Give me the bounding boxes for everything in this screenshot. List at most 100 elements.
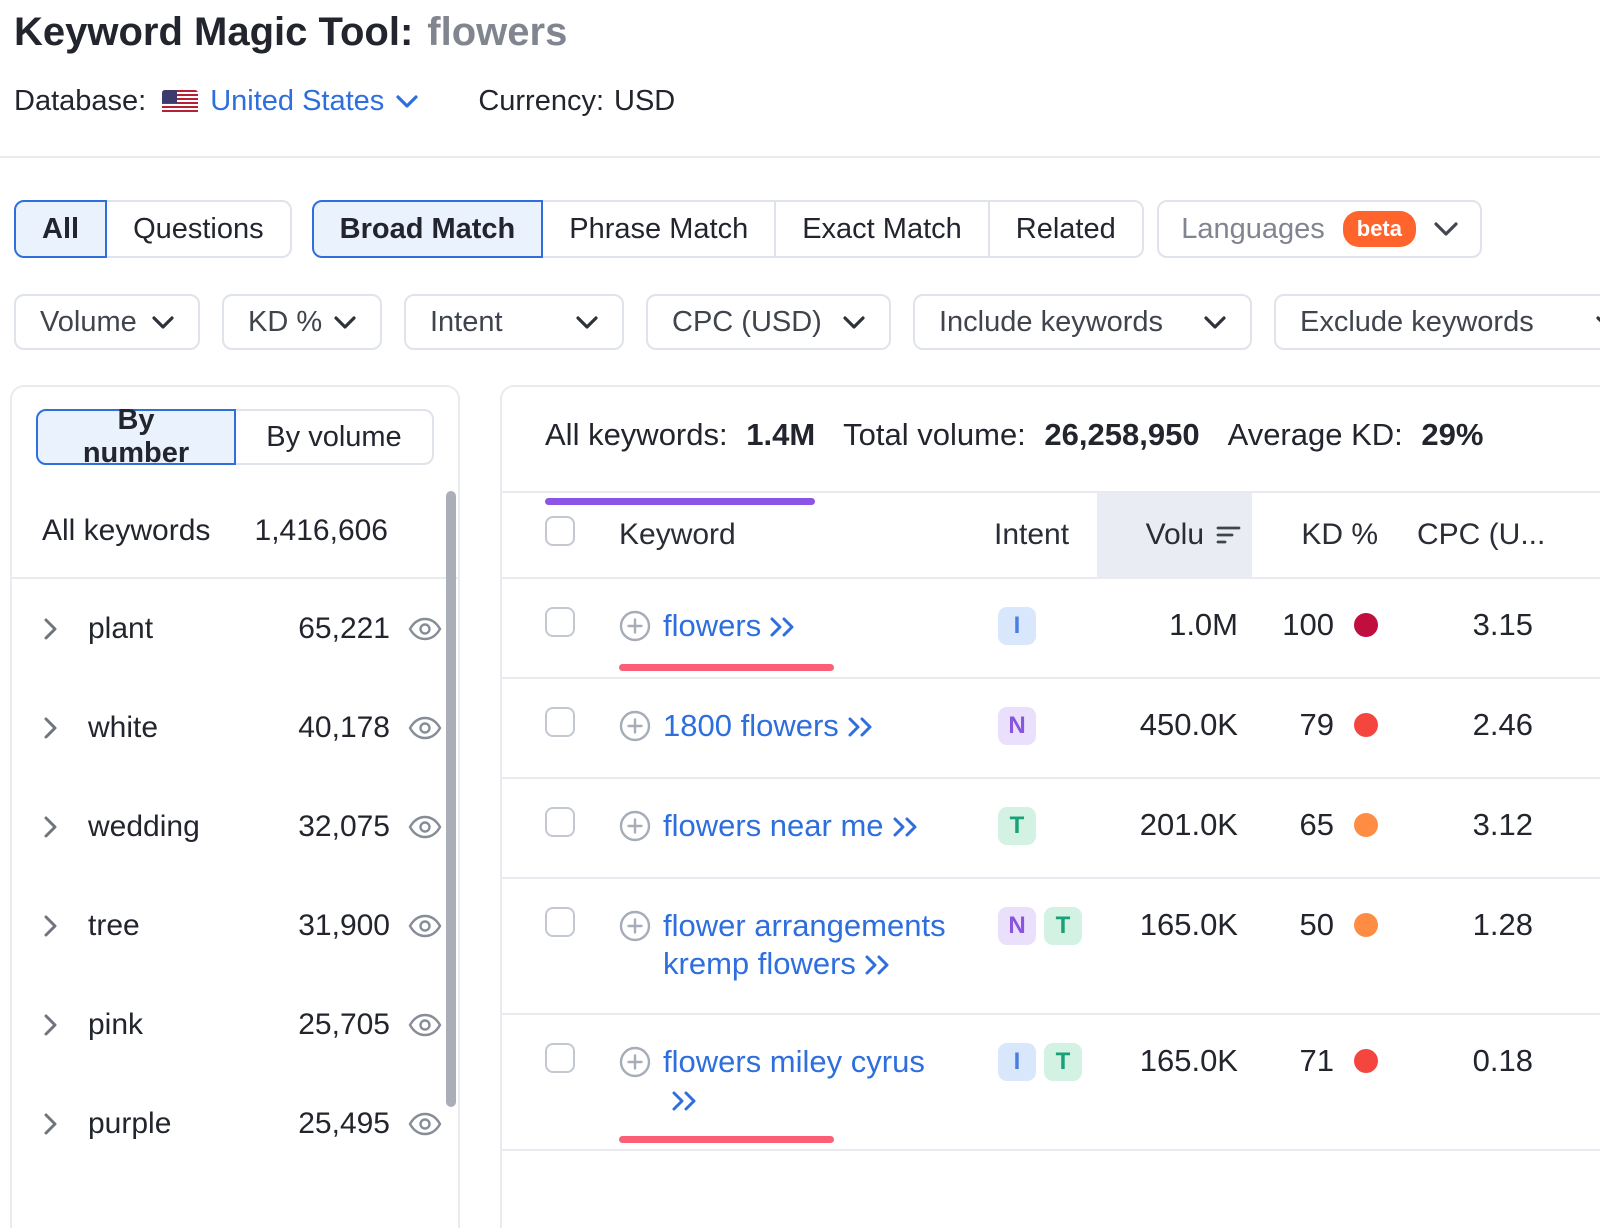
group-count: 32,075 (298, 810, 390, 844)
match-type-row: All Questions Broad Match Phrase Match E… (14, 200, 1586, 258)
table-row: flowers near me T 201.0K 65 3.12 (502, 779, 1600, 879)
kd-cell: 50 (1252, 879, 1392, 1013)
volume-column-header[interactable]: Volu (1097, 493, 1252, 577)
sidebar-group-row[interactable]: purple 25,495 (12, 1074, 458, 1173)
double-chevron-icon[interactable] (769, 609, 797, 647)
select-all-checkbox[interactable] (545, 516, 575, 546)
tool-title: Keyword Magic Tool: (14, 10, 413, 54)
chevron-down-icon (334, 316, 356, 329)
include-keywords-filter[interactable]: Include keywords (913, 294, 1252, 350)
double-chevron-icon[interactable] (892, 809, 920, 847)
keyword-groups-sidebar: By number By volume All keywords 1,416,6… (10, 385, 460, 1228)
all-questions-group: All Questions (14, 200, 292, 258)
kd-filter[interactable]: KD % (222, 294, 382, 350)
tab-phrase-match[interactable]: Phrase Match (541, 200, 776, 258)
sidebar-group-row[interactable]: wedding 32,075 (12, 777, 458, 876)
row-checkbox[interactable] (545, 707, 575, 737)
tab-broad-match[interactable]: Broad Match (312, 200, 544, 258)
sidebar-all-keywords-row[interactable]: All keywords 1,416,606 (12, 485, 458, 579)
results-panel: All keywords: 1.4M Total volume: 26,258,… (500, 385, 1600, 1228)
currency-value: USD (614, 85, 675, 118)
intent-badges: NT (994, 879, 1097, 1013)
row-checkbox-cell (502, 579, 619, 677)
sidebar-scrollbar[interactable] (446, 491, 456, 1107)
tab-exact-match[interactable]: Exact Match (774, 200, 990, 258)
eye-icon[interactable] (408, 716, 442, 740)
add-keyword-icon[interactable] (619, 810, 651, 842)
select-all-cell (502, 516, 619, 554)
chevron-down-icon (1596, 316, 1600, 329)
chevron-down-icon (1204, 316, 1226, 329)
results-rows: flowers I 1.0M 100 3.15 1800 flowers N 4… (502, 579, 1600, 1151)
row-checkbox[interactable] (545, 807, 575, 837)
tab-by-number[interactable]: By number (36, 409, 236, 465)
sidebar-group-row[interactable]: white 40,178 (12, 678, 458, 777)
kd-cell: 100 (1252, 579, 1392, 677)
kd-dot (1354, 1049, 1378, 1073)
intent-badges: IT (994, 1015, 1097, 1149)
kd-column-header: KD % (1252, 518, 1392, 552)
intent-column-header: Intent (994, 518, 1097, 552)
kd-dot (1354, 813, 1378, 837)
add-keyword-icon[interactable] (619, 910, 651, 942)
sidebar-group-row[interactable]: tree 31,900 (12, 876, 458, 975)
intent-badge-t: T (1044, 907, 1082, 945)
eye-icon[interactable] (408, 815, 442, 839)
group-label: wedding (88, 810, 298, 844)
languages-dropdown[interactable]: Languages beta (1157, 200, 1482, 258)
tab-all[interactable]: All (14, 200, 107, 258)
keyword-link[interactable]: flowers near me (663, 808, 884, 843)
database-label: Database: (14, 85, 146, 118)
intent-badges: I (994, 579, 1097, 677)
group-label: white (88, 711, 298, 745)
double-chevron-icon[interactable] (847, 709, 875, 747)
eye-icon[interactable] (408, 914, 442, 938)
add-keyword-icon[interactable] (619, 610, 651, 642)
row-checkbox[interactable] (545, 1043, 575, 1073)
volume-filter[interactable]: Volume (14, 294, 200, 350)
tab-by-volume[interactable]: By volume (234, 409, 434, 465)
group-count: 31,900 (298, 909, 390, 943)
eye-icon[interactable] (408, 1013, 442, 1037)
chevron-right-icon (44, 1113, 68, 1135)
row-checkbox[interactable] (545, 607, 575, 637)
keyword-link[interactable]: flowers miley cyrus (663, 1044, 925, 1079)
kd-cell: 65 (1252, 779, 1392, 877)
exclude-keywords-filter[interactable]: Exclude keywords (1274, 294, 1600, 350)
summary-average-kd: Average KD: 29% (1228, 417, 1484, 491)
row-checkbox[interactable] (545, 907, 575, 937)
sidebar-group-row[interactable]: plant 65,221 (12, 579, 458, 678)
tab-related[interactable]: Related (988, 200, 1144, 258)
keyword-link[interactable]: flowers (663, 608, 761, 643)
include-keywords-label: Include keywords (939, 306, 1163, 339)
eye-icon[interactable] (408, 1112, 442, 1136)
exclude-keywords-label: Exclude keywords (1300, 306, 1534, 339)
double-chevron-icon[interactable] (671, 1083, 699, 1121)
chevron-down-icon (843, 316, 865, 329)
all-keywords-stat-value: 1.4M (746, 417, 815, 452)
add-keyword-icon[interactable] (619, 710, 651, 742)
cpc-value: 0.18 (1392, 1015, 1600, 1149)
eye-icon[interactable] (408, 617, 442, 641)
chevron-right-icon (44, 717, 68, 739)
keyword-link[interactable]: flower arrangements kremp flowers (663, 908, 946, 981)
currency-label: Currency: (478, 85, 604, 118)
intent-badges: N (994, 679, 1097, 777)
database-selector[interactable]: United States (210, 85, 418, 118)
volume-filter-label: Volume (40, 306, 137, 339)
cpc-filter[interactable]: CPC (USD) (646, 294, 891, 350)
add-keyword-icon[interactable] (619, 1046, 651, 1078)
chevron-right-icon (44, 915, 68, 937)
intent-badge-t: T (998, 807, 1036, 845)
us-flag-icon (162, 90, 198, 114)
volume-value: 201.0K (1097, 779, 1252, 877)
sidebar-group-row[interactable]: pink 25,705 (12, 975, 458, 1074)
intent-filter[interactable]: Intent (404, 294, 624, 350)
keyword-link[interactable]: 1800 flowers (663, 708, 839, 743)
double-chevron-icon[interactable] (864, 947, 892, 985)
cpc-value: 1.28 (1392, 879, 1600, 1013)
cpc-value: 3.12 (1392, 779, 1600, 877)
tab-questions[interactable]: Questions (105, 200, 292, 258)
chevron-right-icon (44, 618, 68, 640)
volume-value: 165.0K (1097, 1015, 1252, 1149)
